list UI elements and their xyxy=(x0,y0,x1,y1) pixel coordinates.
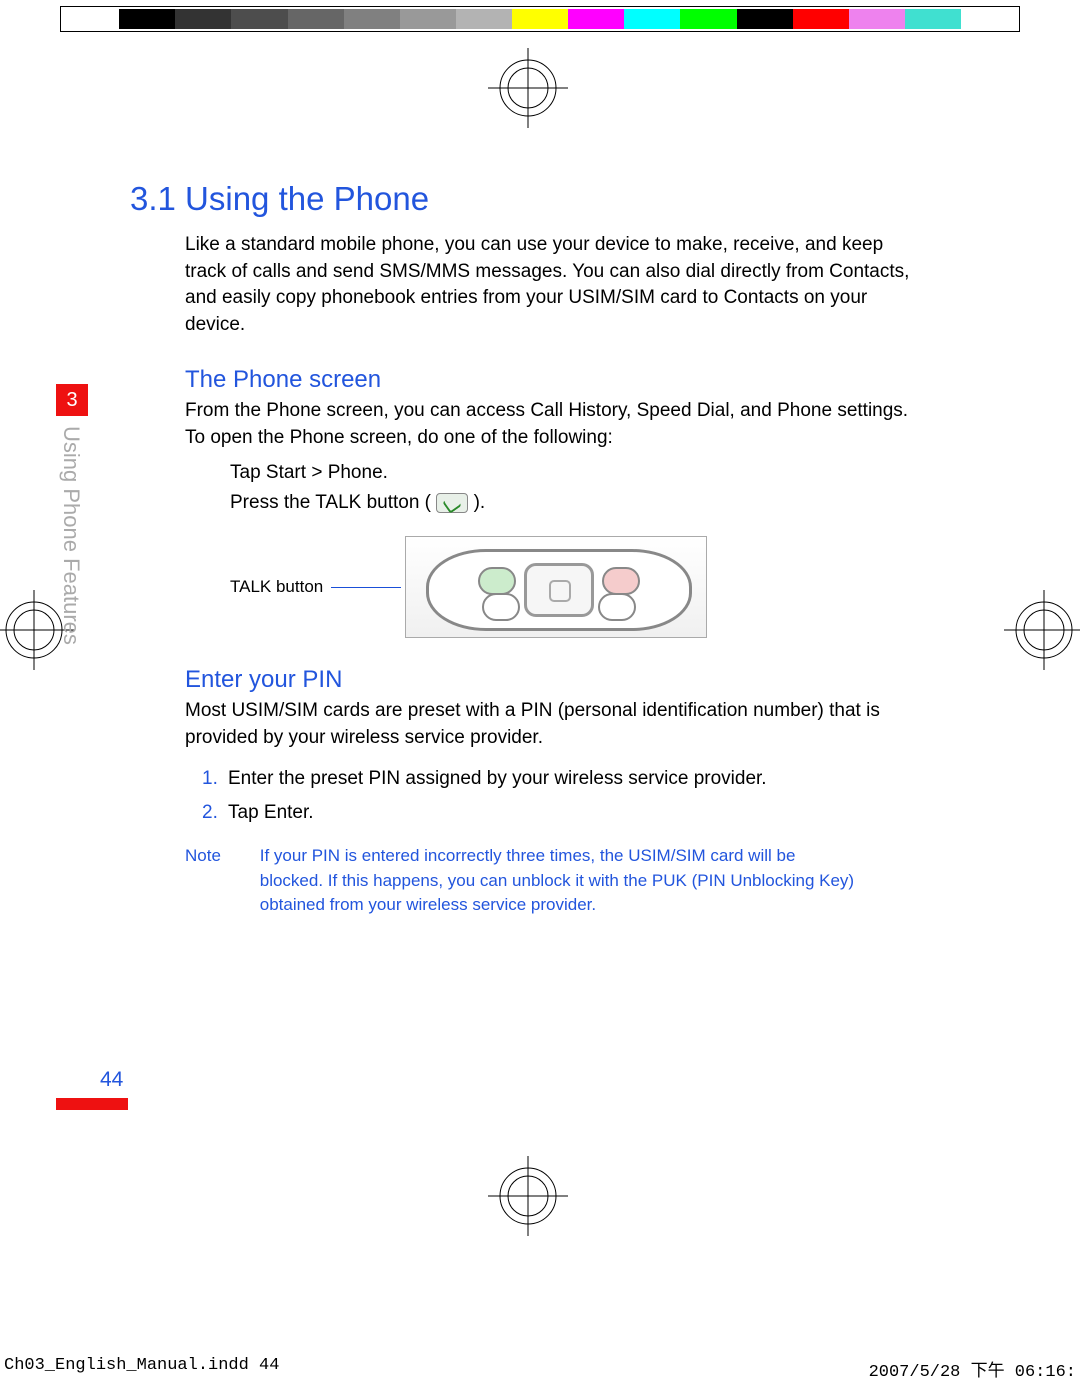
colorbar-swatch xyxy=(456,9,512,29)
bullet-tap-start: Tap Start > Phone. xyxy=(230,458,910,488)
subheading-enter-pin: Enter your PIN xyxy=(185,666,910,694)
talk-button-inline-icon xyxy=(436,493,468,513)
step-2: 2.Tap Enter. xyxy=(202,796,910,830)
step-2-text: Tap Enter. xyxy=(228,802,314,823)
colorbar-swatch xyxy=(231,9,287,29)
bullet-press-talk-text-a: Press the TALK button ( xyxy=(230,492,436,513)
note-text: If your PIN is entered incorrectly three… xyxy=(260,844,860,918)
footer-timestamp: 2007/5/28 下午 06:16: xyxy=(869,1356,1076,1382)
colorbar-swatch xyxy=(905,9,961,29)
printer-color-bar xyxy=(60,6,1020,32)
note-label: Note xyxy=(185,844,255,869)
colorbar-swatch xyxy=(568,9,624,29)
diagram-leader-line xyxy=(331,587,401,588)
registration-mark-top xyxy=(488,48,568,128)
diagram-label-talk-button: TALK button xyxy=(230,577,323,597)
section-heading: 3.1 Using the Phone xyxy=(130,180,910,218)
chapter-title-vertical: Using Phone Features xyxy=(60,426,84,686)
colorbar-swatch xyxy=(793,9,849,29)
footer-file: Ch03_English_Manual.indd 44 xyxy=(4,1356,279,1375)
intro-paragraph: Like a standard mobile phone, you can us… xyxy=(185,232,910,338)
colorbar-swatch xyxy=(119,9,175,29)
colorbar-swatch xyxy=(512,9,568,29)
bullet-press-talk-text-b: ). xyxy=(468,492,485,513)
colorbar-swatch xyxy=(288,9,344,29)
colorbar-swatch xyxy=(961,9,1017,29)
registration-mark-right xyxy=(1004,590,1080,670)
colorbar-swatch xyxy=(680,9,736,29)
chapter-badge: 3 xyxy=(56,384,88,416)
colorbar-swatch xyxy=(737,9,793,29)
registration-mark-bottom xyxy=(488,1156,568,1236)
page-accent-bar xyxy=(56,1098,128,1110)
colorbar-swatch xyxy=(624,9,680,29)
page-number: 44 xyxy=(100,1068,123,1092)
step-1-text: Enter the preset PIN assigned by your wi… xyxy=(228,768,767,789)
step-1: 1.Enter the preset PIN assigned by your … xyxy=(202,762,910,796)
enter-pin-paragraph: Most USIM/SIM cards are preset with a PI… xyxy=(185,698,910,751)
colorbar-swatch xyxy=(63,9,119,29)
colorbar-swatch xyxy=(344,9,400,29)
colorbar-swatch xyxy=(175,9,231,29)
phone-keypad-diagram xyxy=(405,536,707,638)
colorbar-swatch xyxy=(400,9,456,29)
bullet-press-talk: Press the TALK button ( ). xyxy=(230,488,910,518)
subheading-phone-screen: The Phone screen xyxy=(185,366,910,394)
colorbar-swatch xyxy=(849,9,905,29)
phone-screen-paragraph: From the Phone screen, you can access Ca… xyxy=(185,398,910,451)
